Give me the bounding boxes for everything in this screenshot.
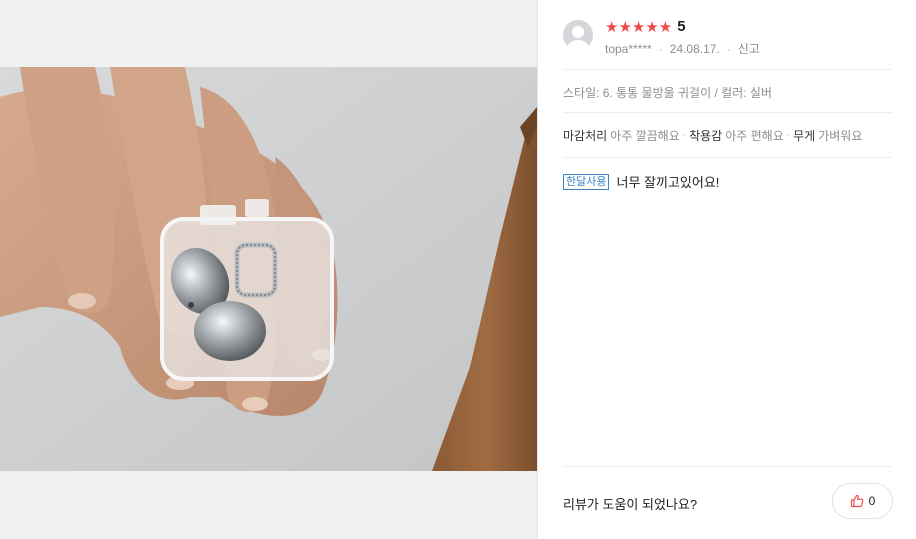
eval-value-comfort: 아주 편해요: [725, 129, 784, 143]
eval-value-finish: 아주 깔끔해요: [610, 129, 680, 143]
divider: [563, 157, 892, 158]
rating-value: 5: [677, 18, 686, 35]
thumbs-up-icon: [850, 494, 864, 508]
eval-separator: ·: [682, 130, 687, 141]
helpful-like-button[interactable]: 0: [832, 483, 893, 519]
eval-key-comfort: 착용감: [689, 129, 723, 143]
eval-value-weight: 가벼워요: [818, 129, 863, 143]
eval-key-finish: 마감처리: [563, 129, 608, 143]
divider: [563, 69, 892, 70]
rating-stars: ★★★★★: [605, 18, 673, 36]
default-avatar-icon: [563, 20, 593, 50]
meta-separator: ·: [658, 41, 663, 56]
review-detail-panel: ★★★★★ 5 topa***** · 24.08.17. · 신고 스타일: …: [538, 0, 916, 539]
helpful-question: 리뷰가 도움이 되었나요?: [563, 497, 698, 512]
meta-separator: ·: [726, 41, 731, 56]
purchase-option: 스타일: 6. 통통 물방울 귀걸이 / 컬러: 실버: [563, 86, 772, 100]
report-link[interactable]: 신고: [738, 40, 760, 57]
review-header: ★★★★★ 5 topa***** · 24.08.17. · 신고: [563, 18, 903, 58]
footer-divider: [563, 466, 892, 467]
eval-separator: ·: [786, 130, 791, 141]
review-meta: topa***** · 24.08.17. · 신고: [605, 40, 760, 57]
evaluation-summary: 마감처리 아주 깔끔해요 · 착용감 아주 편해요 · 무게 가벼워요: [563, 127, 862, 144]
review-text: 너무 잘끼고있어요!: [616, 175, 720, 190]
rating: ★★★★★ 5: [605, 18, 686, 36]
usage-period-badge: 한달사용: [563, 173, 610, 190]
review-date: 24.08.17.: [669, 41, 720, 56]
reviewer-id: topa*****: [605, 41, 652, 56]
like-count: 0: [868, 494, 876, 508]
eval-key-weight: 무게: [793, 129, 816, 143]
review-photo-image: [0, 67, 537, 471]
review-photo[interactable]: [0, 67, 537, 471]
review-body: 한달사용 너무 잘끼고있어요!: [563, 172, 719, 191]
divider: [563, 112, 892, 113]
review-media-panel: [0, 0, 537, 539]
